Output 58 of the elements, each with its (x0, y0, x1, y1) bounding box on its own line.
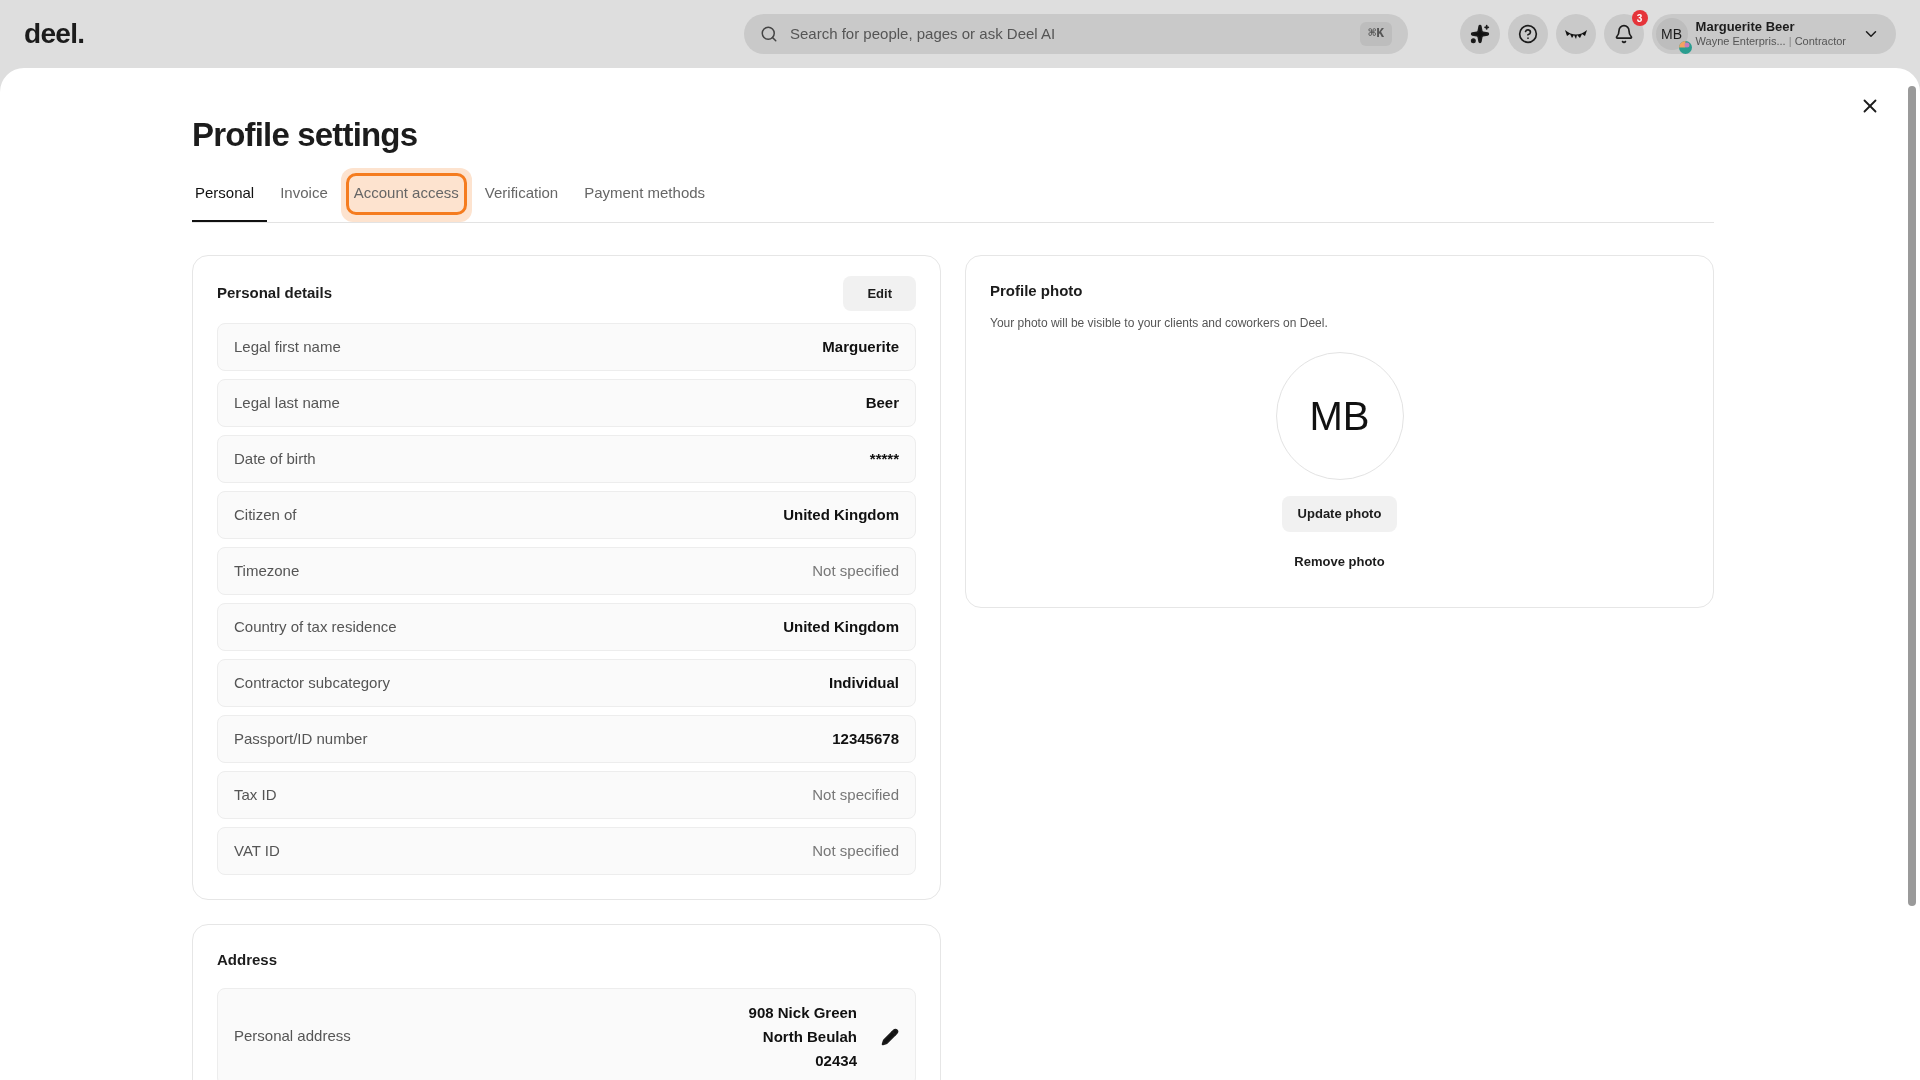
field-label: Legal first name (234, 336, 341, 357)
closed-eye-icon (1563, 27, 1588, 41)
card-title: Address (217, 950, 279, 970)
help-button[interactable] (1507, 14, 1548, 54)
address-line: 02434 (815, 1050, 857, 1071)
address-line: North Beulah (762, 1026, 857, 1047)
remove-photo-button[interactable]: Remove photo (1278, 547, 1401, 575)
field-value: United Kingdom (783, 616, 899, 637)
field-label: Citizen of (234, 504, 297, 525)
help-icon (1517, 24, 1538, 44)
field-label: Timezone (234, 560, 300, 581)
user-name: Marguerite Beer (1695, 19, 1795, 36)
edit-button[interactable]: Edit (843, 275, 916, 311)
separator: | (1788, 35, 1792, 48)
ai-sparkle-button[interactable] (1459, 14, 1500, 54)
tab[interactable]: Account access (340, 167, 472, 222)
update-photo-button[interactable]: Update photo (1281, 496, 1398, 532)
sparkle-icon (1469, 24, 1490, 44)
field-value: Not specified (812, 784, 899, 805)
user-avatar: MB (1655, 18, 1688, 50)
field-label: Country of tax residence (234, 616, 397, 637)
field-label: Legal last name (234, 392, 340, 413)
address-line: 908 Nick Green (748, 1002, 857, 1023)
tab[interactable]: Invoice (267, 167, 341, 222)
field-value: Beer (865, 392, 899, 413)
field-value: Not specified (812, 560, 899, 581)
field-label: Date of birth (234, 448, 316, 469)
card-title: Profile photo (990, 280, 1084, 301)
field-label: Contractor subcategory (234, 672, 390, 693)
search-bar[interactable]: Search for people, pages or ask Deel AI ⌘K (744, 14, 1408, 54)
shortcut-hint: ⌘K (1360, 22, 1392, 46)
field-label: Personal address (234, 1026, 351, 1047)
field-value: Individual (829, 672, 899, 693)
card-description: Your photo will be visible to your clients and coworkers on Deel. (990, 315, 1329, 332)
notifications-button[interactable] (1603, 14, 1644, 54)
page-title: Profile settings (192, 115, 419, 155)
edit-pencil-icon[interactable] (881, 1027, 899, 1046)
field-value: Not specified (812, 840, 899, 861)
field-label: Passport/ID number (234, 728, 368, 749)
deel-logo[interactable]: deel. (24, 13, 744, 55)
field-label: Tax ID (234, 784, 277, 805)
field-value: 12345678 (832, 728, 899, 749)
search-icon (760, 25, 778, 43)
notification-badge: 3 (1631, 10, 1648, 26)
tab[interactable]: Verification (471, 167, 572, 222)
field-value: ***** (869, 448, 899, 469)
user-company-role: Wayne Enterpris... | Contractor (1695, 35, 1846, 49)
field-value: Marguerite (822, 336, 899, 357)
search-input[interactable]: Search for people, pages or ask Deel AI (790, 22, 1349, 46)
card-title: Personal details (217, 283, 333, 303)
field-label: VAT ID (234, 840, 280, 861)
tab[interactable]: Payment methods (571, 167, 719, 222)
bell-icon (1613, 24, 1634, 44)
company-logo-icon (1678, 41, 1692, 54)
tab[interactable]: Personal (192, 167, 268, 222)
field-value: United Kingdom (783, 504, 899, 525)
user-menu[interactable]: MB Marguerite Beer Wayne Enterpris... | Contractor (1651, 14, 1896, 54)
closed-eye-button[interactable] (1555, 14, 1596, 54)
